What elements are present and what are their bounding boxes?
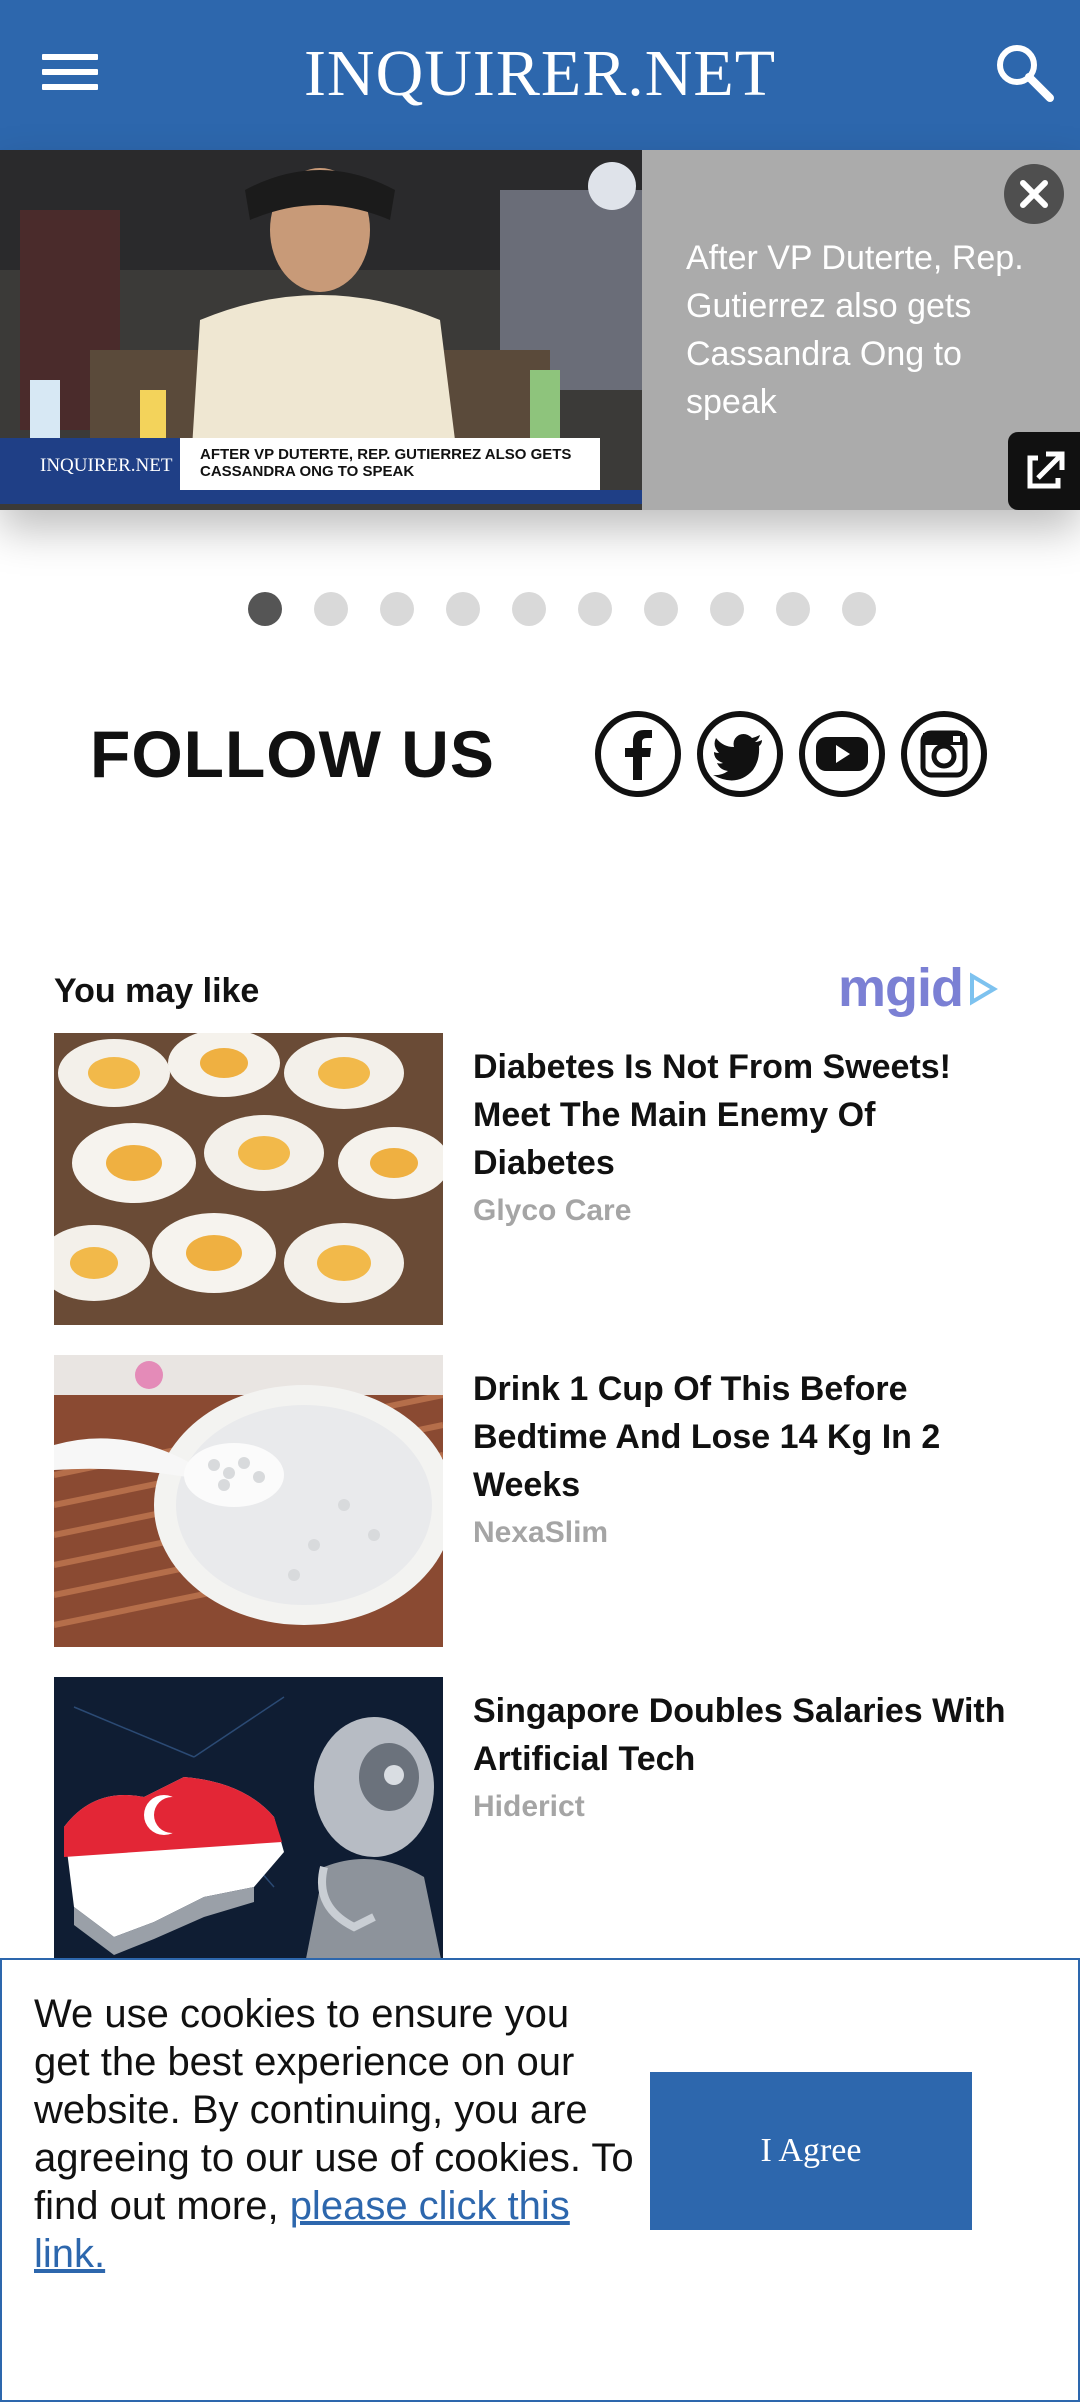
recommendation-item[interactable]: Diabetes Is Not From Sweets! Meet The Ma… (54, 1033, 1030, 1325)
recommendation-item[interactable]: Drink 1 Cup Of This Before Bedtime And L… (54, 1355, 1030, 1647)
recommendation-source: Glyco Care (473, 1194, 632, 1227)
site-header: INQUIRER.NET (0, 0, 1080, 150)
recommendation-image (54, 1355, 443, 1647)
share-external-icon[interactable] (1008, 432, 1080, 510)
recommendation-headline[interactable]: Drink 1 Cup Of This Before Bedtime And L… (473, 1365, 1018, 1509)
video-player-strip: INQUIRER.NET AFTER VP DUTERTE, REP. GUTI… (0, 150, 1080, 510)
cookie-message: We use cookies to ensure you get the bes… (34, 1990, 634, 2278)
carousel-dot[interactable] (248, 592, 282, 626)
agree-button-label: I Agree (760, 2132, 862, 2169)
carousel-dot[interactable] (446, 592, 480, 626)
recommendation-headline[interactable]: Diabetes Is Not From Sweets! Meet The Ma… (473, 1043, 1018, 1187)
instagram-icon[interactable] (900, 710, 988, 798)
video-caption[interactable]: After VP Duterte, Rep. Gutierrez also ge… (686, 234, 1046, 426)
close-icon[interactable] (1004, 164, 1064, 224)
search-icon[interactable] (992, 40, 1056, 104)
video-thumbnail[interactable]: INQUIRER.NET AFTER VP DUTERTE, REP. GUTI… (0, 150, 642, 510)
recommendation-item[interactable]: Singapore Doubles Salaries With Artifici… (54, 1677, 1030, 1969)
lower-third-brand: INQUIRER.NET (40, 455, 173, 476)
cookie-consent-banner: We use cookies to ensure you get the bes… (0, 1958, 1080, 2402)
carousel-dot[interactable] (314, 592, 348, 626)
play-triangle-icon (970, 972, 998, 1006)
lower-third-headline: AFTER VP DUTERTE, REP. GUTIERREZ ALSO GE… (200, 446, 572, 480)
mgid-logo-text: mgid (838, 958, 964, 1018)
carousel-dot[interactable] (710, 592, 744, 626)
you-may-like-heading: You may like (54, 972, 260, 1010)
follow-us-heading: FOLLOW US (90, 717, 495, 791)
twitter-icon[interactable] (696, 710, 784, 798)
carousel-dot[interactable] (512, 592, 546, 626)
recommendation-source: Hiderict (473, 1790, 585, 1823)
agree-button[interactable]: I Agree (650, 2072, 972, 2230)
recommendation-image (54, 1033, 443, 1325)
youtube-icon[interactable] (798, 710, 886, 798)
carousel-dot[interactable] (842, 592, 876, 626)
carousel-dots (0, 592, 1080, 628)
mgid-logo[interactable]: mgid (838, 958, 1002, 1018)
recommendation-image (54, 1677, 443, 1969)
recommendation-headline[interactable]: Singapore Doubles Salaries With Artifici… (473, 1687, 1018, 1783)
recommendation-source: NexaSlim (473, 1516, 609, 1549)
carousel-dot[interactable] (578, 592, 612, 626)
carousel-dot[interactable] (644, 592, 678, 626)
site-logo[interactable]: INQUIRER.NET (0, 36, 1080, 112)
carousel-dot[interactable] (380, 592, 414, 626)
carousel-dot[interactable] (776, 592, 810, 626)
facebook-icon[interactable] (594, 710, 682, 798)
